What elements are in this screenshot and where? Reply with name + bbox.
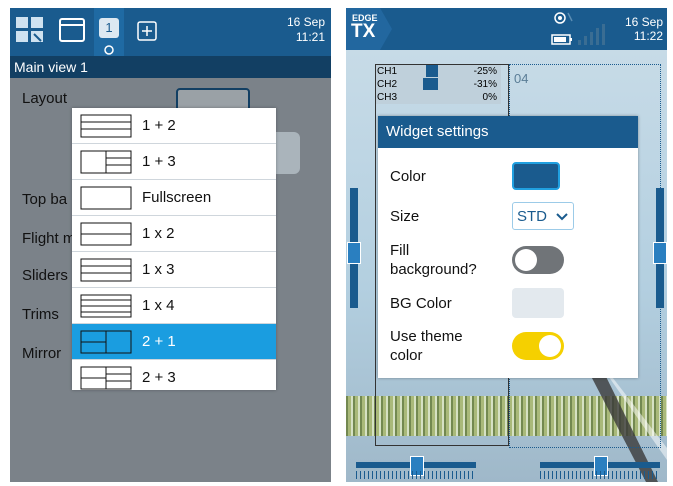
- fill-label-line2: background?: [390, 261, 477, 278]
- channel-name: CH3: [377, 92, 398, 103]
- fill-background-toggle[interactable]: [512, 246, 564, 274]
- menu-item-2-plus-1[interactable]: 2 + 1: [72, 324, 276, 360]
- channel-value: -25%: [473, 66, 497, 77]
- menu-item-1x4[interactable]: 1 x 4: [72, 288, 276, 324]
- layout-1-plus-2-icon: [80, 114, 132, 138]
- menu-item-label: 1 + 3: [142, 153, 176, 170]
- model-menu-icon[interactable]: [14, 14, 46, 46]
- menu-item-label: 1 x 3: [142, 261, 175, 278]
- flight-mode-label: Flight m: [22, 230, 76, 247]
- layout-fullscreen-icon: [80, 186, 132, 210]
- left-screen: 1 16 Sep 11:21 Main view 1 Layout Top ba…: [10, 8, 331, 482]
- theme-label-line2: color: [390, 347, 423, 364]
- tab-number: 1: [99, 18, 119, 38]
- edgetx-logo[interactable]: EDGE TX: [346, 8, 392, 50]
- menu-item-label: 2 + 3: [142, 369, 176, 386]
- size-dropdown[interactable]: STD: [512, 202, 574, 230]
- menu-item-label: 1 x 4: [142, 297, 175, 314]
- menu-item-label: 1 x 2: [142, 225, 175, 242]
- clock-date: 16 Sep: [286, 15, 325, 29]
- chevron-down-icon: [556, 213, 568, 221]
- dialog-header: Widget settings: [378, 116, 638, 148]
- channel-name: CH2: [377, 79, 398, 90]
- trim-ticks: [356, 471, 476, 479]
- menu-item-1-plus-2[interactable]: 1 + 2: [72, 108, 276, 144]
- slider-thumb[interactable]: [347, 242, 361, 264]
- sliders-label: Sliders: [22, 267, 68, 284]
- clock-time: 11:22: [633, 29, 663, 43]
- battery-icon: [551, 34, 572, 45]
- audio-icon: [554, 12, 573, 24]
- menu-item-1x2[interactable]: 1 x 2: [72, 216, 276, 252]
- channel-name: CH1: [377, 66, 398, 77]
- add-view-icon[interactable]: [132, 14, 164, 46]
- color-swatch[interactable]: [512, 162, 560, 190]
- signal-icon: [578, 24, 605, 45]
- fill-label-line1: Fill: [390, 242, 410, 259]
- channel-row: CH1 -25%: [376, 65, 501, 78]
- logo-bottom: TX: [351, 21, 376, 42]
- toggle-knob: [539, 335, 561, 357]
- top-bar-label: Top ba: [22, 191, 68, 208]
- clock-date: 16 Sep: [624, 15, 663, 29]
- channel-row: CH3 0%: [376, 91, 501, 104]
- status-icons: [551, 12, 605, 45]
- menu-item-1-plus-3[interactable]: 1 + 3: [72, 144, 276, 180]
- layout-2-plus-1-icon: [80, 330, 132, 354]
- right-horizontal-trim[interactable]: [540, 456, 660, 476]
- menu-item-label: 2 + 1: [142, 333, 176, 350]
- layout-menu: 1 + 2 1 + 3 Fullscreen 1 x 2 1 x 3 1 x 4…: [72, 108, 276, 390]
- right-screen: EDGE TX 16 Sep 11:22 04 CH1 -25% CH2 -31% CH…: [346, 8, 667, 482]
- menu-item-1x3[interactable]: 1 x 3: [72, 252, 276, 288]
- screen-setup-icon[interactable]: [56, 14, 88, 46]
- clock-time: 11:21: [295, 30, 325, 44]
- menu-item-fullscreen[interactable]: Fullscreen: [72, 180, 276, 216]
- dialog-title: Widget settings: [386, 123, 489, 140]
- tab-indicator-icon: [104, 45, 114, 55]
- tab-view-1[interactable]: 1: [94, 8, 124, 56]
- widget-settings-dialog: Widget settings Color Size STD Fill back…: [378, 116, 638, 378]
- bg-color-swatch[interactable]: [512, 288, 564, 318]
- layout-label: Layout: [22, 90, 68, 107]
- menu-item-label: 1 + 2: [142, 117, 176, 134]
- layout-1-plus-3-icon: [80, 150, 132, 174]
- right-vertical-slider[interactable]: [653, 188, 667, 308]
- zone-label: 04: [514, 71, 529, 86]
- slider-thumb[interactable]: [653, 242, 667, 264]
- channel-bar: [425, 65, 438, 77]
- size-value: STD: [517, 208, 547, 225]
- channel-row: CH2 -31%: [376, 78, 501, 91]
- channel-value: 0%: [482, 92, 497, 103]
- page-title-bar: Main view 1: [10, 56, 331, 78]
- trim-ticks: [540, 471, 660, 479]
- top-bar: 1 16 Sep 11:21: [10, 8, 331, 56]
- color-label: Color: [390, 168, 426, 185]
- layout-1x3-icon: [80, 258, 132, 282]
- page-title: Main view 1: [14, 59, 88, 75]
- layout-2-plus-3-icon: [80, 366, 132, 390]
- trims-label: Trims: [22, 306, 59, 323]
- use-theme-color-toggle[interactable]: [512, 332, 564, 360]
- mirror-label: Mirror: [22, 345, 62, 362]
- size-label: Size: [390, 208, 420, 225]
- bg-color-label: BG Color: [390, 295, 452, 312]
- channel-bar: [422, 78, 438, 90]
- channel-value: -31%: [473, 79, 497, 90]
- menu-item-2-plus-3[interactable]: 2 + 3: [72, 360, 276, 390]
- clock: 16 Sep 11:21: [287, 15, 325, 45]
- layout-1x2-icon: [80, 222, 132, 246]
- toggle-knob: [515, 249, 537, 271]
- layout-1x4-icon: [80, 294, 132, 318]
- menu-item-label: Fullscreen: [142, 189, 212, 206]
- clock: 16 Sep 11:22: [625, 15, 663, 43]
- left-horizontal-trim[interactable]: [356, 456, 476, 476]
- left-vertical-slider[interactable]: [347, 188, 361, 308]
- top-bar: EDGE TX 16 Sep 11:22: [346, 8, 667, 50]
- theme-label-line1: Use theme: [390, 328, 463, 345]
